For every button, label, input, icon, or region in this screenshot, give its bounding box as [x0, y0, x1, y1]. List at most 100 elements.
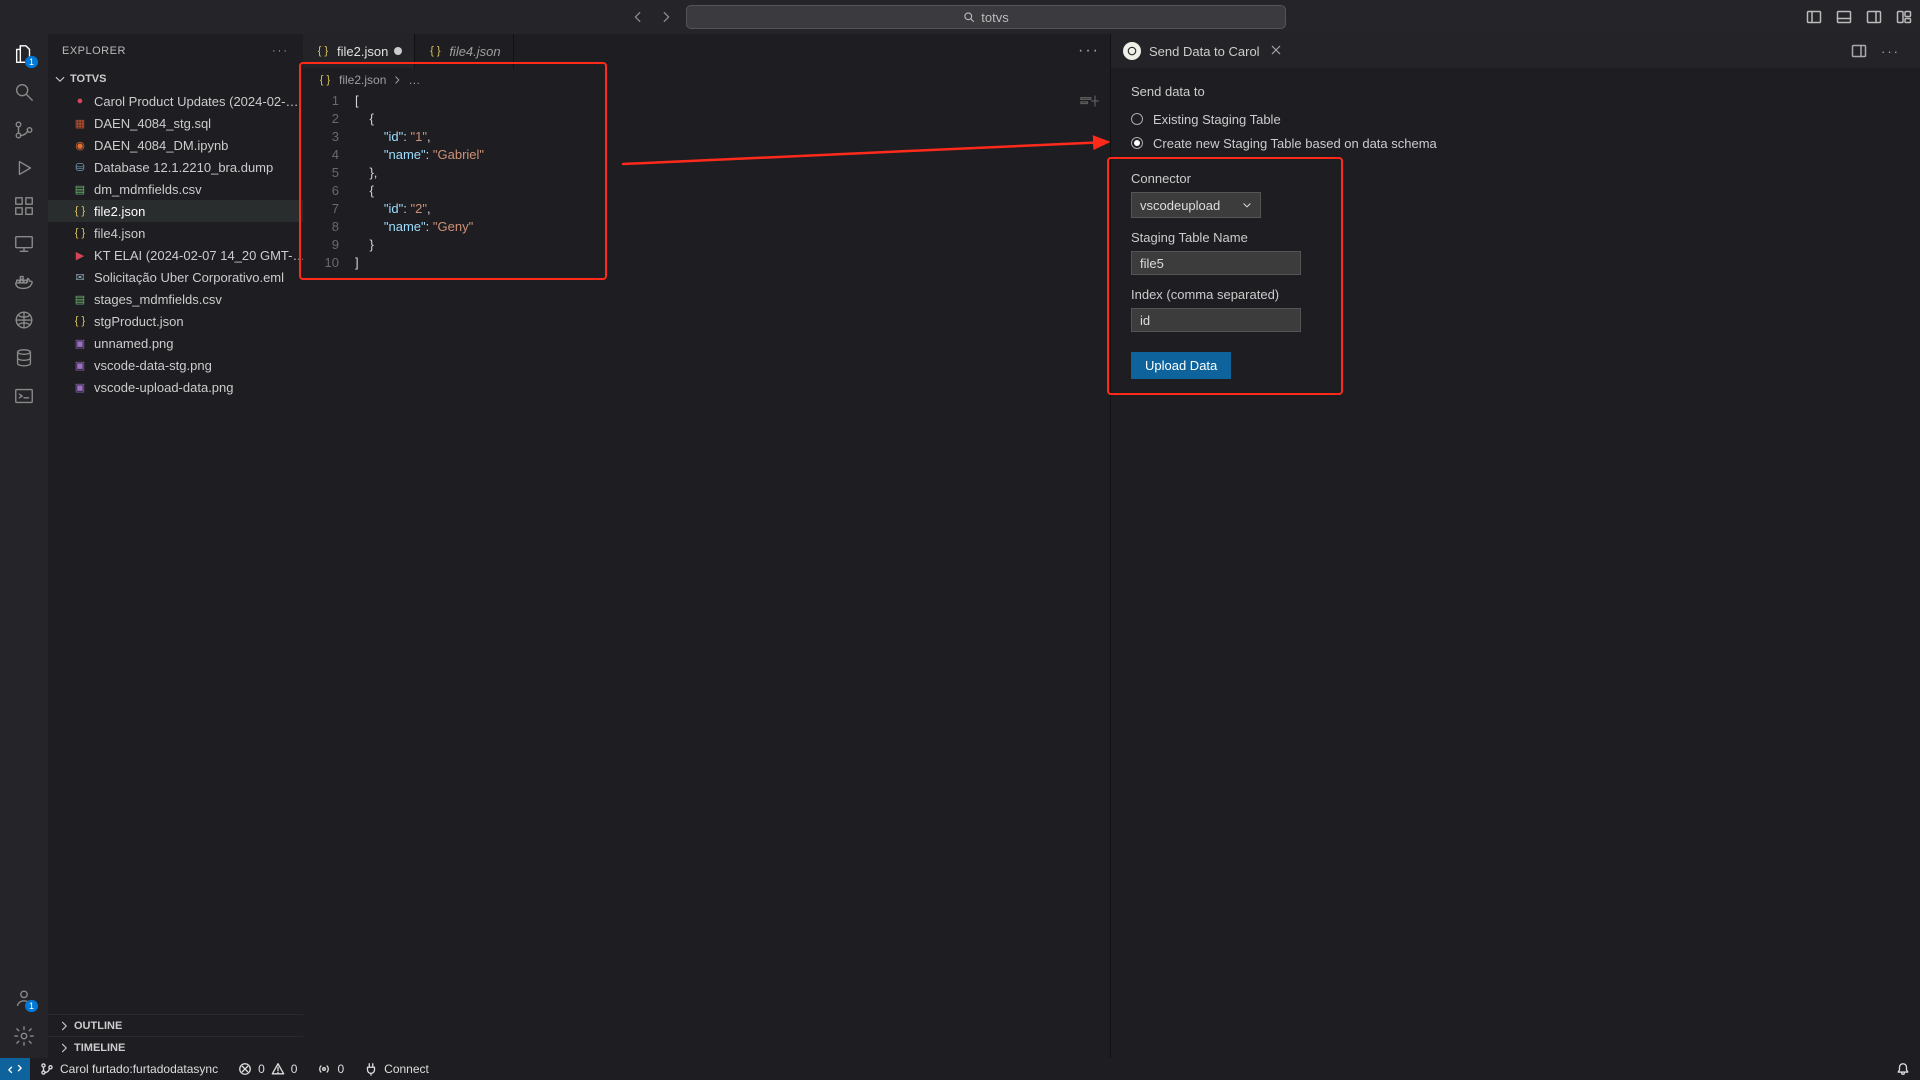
outline-section[interactable]: OUTLINE [48, 1014, 303, 1036]
status-ports[interactable]: 0 [307, 1062, 354, 1076]
connector-label: Connector [1131, 171, 1900, 186]
timeline-label: TIMELINE [74, 1042, 125, 1054]
activity-explorer-icon[interactable]: 1 [12, 42, 36, 66]
file-item[interactable]: ▣vscode-data-stg.png [48, 354, 303, 376]
png-file-icon: ▣ [72, 335, 88, 351]
editor-group: { } file2.json { } file4.json ··· { } fi… [303, 34, 1110, 1058]
mail-file-icon: ✉ [72, 269, 88, 285]
nav-back-icon[interactable] [628, 7, 648, 27]
explorer-more-icon[interactable]: ··· [272, 45, 289, 57]
file-item[interactable]: ▣vscode-upload-data.png [48, 376, 303, 398]
code-editor[interactable]: 12345678910 [ { "id": "1", "name": "Gabr… [303, 88, 1110, 1058]
staging-table-input[interactable] [1131, 251, 1301, 275]
remote-indicator[interactable] [0, 1058, 30, 1080]
send-data-heading: Send data to [1131, 84, 1900, 99]
radio-create-staging[interactable]: Create new Staging Table based on data s… [1131, 131, 1900, 155]
minimap-toggle-icon[interactable] [1080, 94, 1100, 113]
file-name: Solicitação Uber Corporativo.eml [94, 270, 284, 285]
json-file-icon: { } [72, 313, 88, 329]
csv-file-icon: ▤ [72, 181, 88, 197]
toggle-right-panel-icon[interactable] [1866, 9, 1882, 25]
tab-label: file4.json [449, 44, 500, 59]
editor-tabs: { } file2.json { } file4.json ··· [303, 34, 1110, 68]
json-file-icon: { } [317, 72, 333, 88]
timeline-section[interactable]: TIMELINE [48, 1036, 303, 1058]
file-name: stgProduct.json [94, 314, 184, 329]
rec-file-icon: ● [72, 93, 88, 109]
tab-file2-json[interactable]: { } file2.json [303, 34, 415, 68]
sql-file-icon: ▦ [72, 115, 88, 131]
outline-label: OUTLINE [74, 1020, 122, 1032]
file-item[interactable]: { }file2.json [48, 200, 303, 222]
toggle-right-panel-icon[interactable] [1851, 43, 1867, 59]
error-count: 0 [258, 1062, 265, 1076]
folder-name: TOTVS [70, 73, 106, 85]
activity-docker-icon[interactable] [12, 270, 36, 294]
customize-layout-icon[interactable] [1896, 9, 1912, 25]
command-center-search[interactable]: totvs [686, 5, 1286, 29]
file-item[interactable]: { }file4.json [48, 222, 303, 244]
activity-extensions-icon[interactable] [12, 194, 36, 218]
close-icon[interactable] [1270, 44, 1282, 59]
file-item[interactable]: ▦DAEN_4084_stg.sql [48, 112, 303, 134]
error-icon [238, 1062, 252, 1076]
activity-scm-icon[interactable] [12, 118, 36, 142]
file-item[interactable]: ▤stages_mdmfields.csv [48, 288, 303, 310]
file-item[interactable]: { } stgProduct.json [48, 310, 303, 332]
activity-settings-icon[interactable] [12, 1024, 36, 1048]
file-name: vscode-upload-data.png [94, 380, 234, 395]
search-text: totvs [981, 10, 1008, 25]
status-connect[interactable]: Connect [354, 1062, 439, 1076]
activity-remote-explorer-icon[interactable] [12, 232, 36, 256]
folder-header[interactable]: TOTVS [48, 68, 303, 90]
status-notifications[interactable] [1886, 1062, 1920, 1076]
file-name: unnamed.png [94, 336, 174, 351]
file-item[interactable]: ▤ dm_mdmfields.csv [48, 178, 303, 200]
chevron-right-icon [58, 1020, 70, 1032]
activity-debug-icon[interactable] [12, 156, 36, 180]
activity-terminal-icon[interactable] [12, 384, 36, 408]
toggle-left-panel-icon[interactable] [1806, 9, 1822, 25]
remote-icon [8, 1062, 22, 1076]
activity-search-icon[interactable] [12, 80, 36, 104]
index-label: Index (comma separated) [1131, 287, 1900, 302]
status-bar: Carol furtado:furtadodatasync 0 0 0 Conn… [0, 1058, 1920, 1080]
json-file-icon: { } [72, 225, 88, 241]
file-item[interactable]: ▶KT ELAI (2024-02-07 14_20 GMT-… [48, 244, 303, 266]
activity-azure-icon[interactable] [12, 308, 36, 332]
nav-forward-icon[interactable] [656, 7, 676, 27]
tab-file4-json[interactable]: { } file4.json [415, 34, 513, 68]
panel-more-icon[interactable]: ··· [1881, 44, 1900, 59]
png-file-icon: ▣ [72, 357, 88, 373]
panel-tab: Send Data to Carol ··· [1111, 34, 1920, 68]
toggle-bottom-panel-icon[interactable] [1836, 9, 1852, 25]
breadcrumb[interactable]: { } file2.json … [303, 68, 1110, 88]
file-item[interactable]: ⛁Database 12.1.2210_bra.dump [48, 156, 303, 178]
chevron-down-icon [1242, 200, 1252, 210]
file-item[interactable]: ▣ unnamed.png [48, 332, 303, 354]
index-input[interactable] [1131, 308, 1301, 332]
file-name: dm_mdmfields.csv [94, 182, 202, 197]
upload-data-button[interactable]: Upload Data [1131, 352, 1231, 379]
plug-icon [364, 1062, 378, 1076]
file-item[interactable]: ✉ Solicitação Uber Corporativo.eml [48, 266, 303, 288]
radio-icon [1131, 113, 1143, 125]
file-name: KT ELAI (2024-02-07 14_20 GMT-… [94, 248, 303, 263]
status-problems[interactable]: 0 0 [228, 1062, 307, 1076]
radio-label: Create new Staging Table based on data s… [1153, 136, 1437, 151]
radio-checked-icon [1131, 137, 1143, 149]
connector-select[interactable]: vscodeupload [1131, 192, 1261, 218]
file-item[interactable]: ●Carol Product Updates (2024-02-… [48, 90, 303, 112]
connector-value: vscodeupload [1140, 198, 1220, 213]
tab-label: file2.json [337, 44, 388, 59]
file-item[interactable]: ◉DAEN_4084_DM.ipynb [48, 134, 303, 156]
activity-database-icon[interactable] [12, 346, 36, 370]
editor-tab-actions[interactable]: ··· [1078, 34, 1110, 68]
panel-body: Send data to Existing Staging Table Crea… [1111, 68, 1920, 395]
send-data-panel: Send Data to Carol ··· Send data to Exis… [1110, 34, 1920, 1058]
activity-accounts-icon[interactable]: 1 [12, 986, 36, 1010]
status-branch[interactable]: Carol furtado:furtadodatasync [30, 1062, 228, 1076]
file-name: DAEN_4084_DM.ipynb [94, 138, 228, 153]
radio-existing-staging[interactable]: Existing Staging Table [1131, 107, 1900, 131]
dirty-indicator-icon [394, 47, 402, 55]
